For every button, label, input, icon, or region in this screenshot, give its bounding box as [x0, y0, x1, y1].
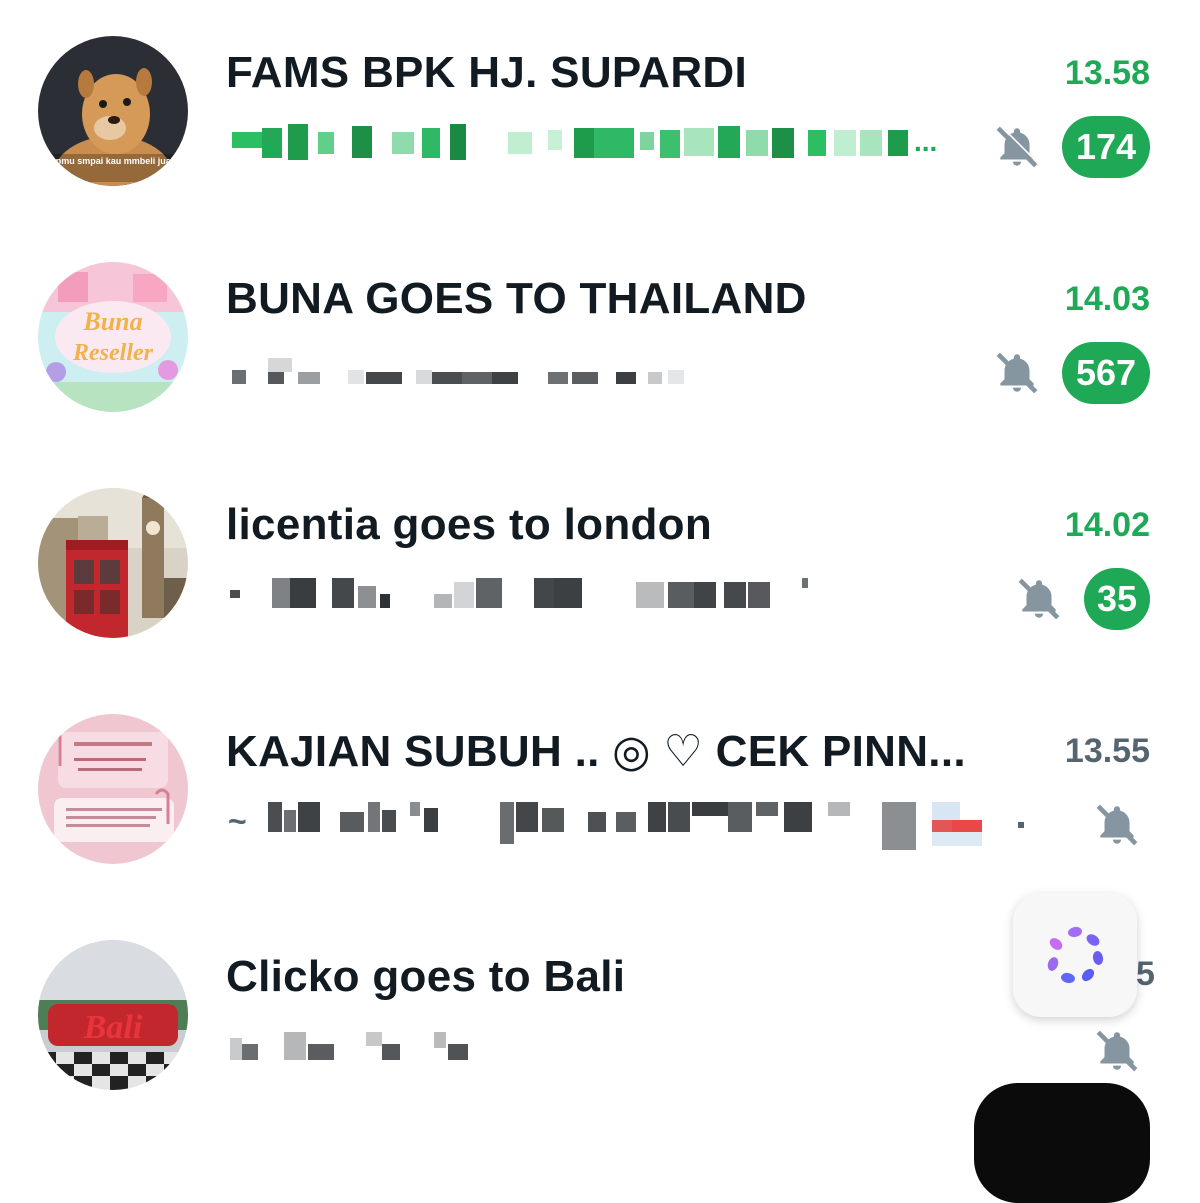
- svg-text:Bali: Bali: [83, 1009, 143, 1046]
- meta-ai-icon: [1047, 926, 1104, 984]
- muted-bell-icon: [1092, 1026, 1142, 1076]
- chat-title: licentia goes to london: [226, 500, 713, 549]
- chat-title: BUNA GOES TO THAILAND: [226, 274, 807, 323]
- chat-avatar[interactable]: mnatapmu smpai kau mmbeli jualan ku: [38, 36, 188, 186]
- chat-row-buna[interactable]: Buna Reseller BUNA GOES TO THAILAND 14.0…: [0, 226, 1200, 416]
- unread-badge: 567: [1062, 342, 1150, 404]
- chat-time: 13.55: [1064, 732, 1150, 770]
- pink-note-avatar-icon: [38, 714, 188, 864]
- buna-reseller-logo-icon: Buna Reseller: [38, 262, 188, 412]
- unread-badge: 174: [1062, 116, 1150, 178]
- chat-preview-redacted: ...: [228, 118, 988, 174]
- bali-sign-photo-icon: Bali: [38, 940, 188, 1090]
- muted-bell-icon: [992, 348, 1042, 398]
- meta-ai-button[interactable]: [1013, 893, 1137, 1017]
- chat-preview-redacted: [228, 346, 988, 402]
- chat-time: 14.02: [1064, 506, 1150, 544]
- chat-avatar[interactable]: Bali: [38, 940, 188, 1090]
- chat-time-partial: 5: [1136, 955, 1155, 993]
- unread-badge: 35: [1084, 568, 1150, 630]
- dog-meme-avatar-icon: mnatapmu smpai kau mmbeli jualan ku: [38, 36, 188, 186]
- chat-title: FAMS BPK HJ. SUPARDI: [226, 48, 748, 97]
- preview-prefix: ~: [228, 803, 247, 839]
- muted-bell-icon: [1014, 574, 1064, 624]
- chat-time: 13.58: [1064, 54, 1150, 92]
- new-chat-button[interactable]: [974, 1083, 1150, 1203]
- chat-preview-redacted: [228, 572, 988, 628]
- chat-row-fams[interactable]: mnatapmu smpai kau mmbeli jualan ku FAMS…: [0, 0, 1200, 190]
- london-phone-booth-photo-icon: [38, 488, 188, 638]
- chat-preview-redacted: ~: [228, 798, 1024, 854]
- chat-preview-redacted: [228, 1024, 988, 1080]
- chat-title: KAJIAN SUBUH .. ◎ ♡ CEK PINN...: [226, 727, 966, 776]
- chat-avatar[interactable]: Buna Reseller: [38, 262, 188, 412]
- chat-time: 14.03: [1064, 280, 1150, 318]
- chat-avatar[interactable]: [38, 714, 188, 864]
- avatar-caption: mnatapmu smpai kau mmbeli jualan ku: [38, 156, 188, 166]
- preview-ellipsis: ...: [914, 126, 938, 157]
- avatar-logo-line1: Buna: [82, 307, 142, 336]
- chat-row-licentia[interactable]: licentia goes to london 14.02 35: [0, 452, 1200, 642]
- muted-bell-icon: [992, 122, 1042, 172]
- chat-row-kajian-subuh[interactable]: KAJIAN SUBUH .. ◎ ♡ CEK PINN... 13.55 ~: [0, 678, 1200, 868]
- chat-avatar[interactable]: [38, 488, 188, 638]
- chat-list: mnatapmu smpai kau mmbeli jualan ku FAMS…: [0, 0, 1200, 1203]
- chat-title: Clicko goes to Bali: [226, 952, 626, 1001]
- muted-bell-icon: [1092, 800, 1142, 850]
- avatar-logo-line2: Reseller: [72, 340, 154, 366]
